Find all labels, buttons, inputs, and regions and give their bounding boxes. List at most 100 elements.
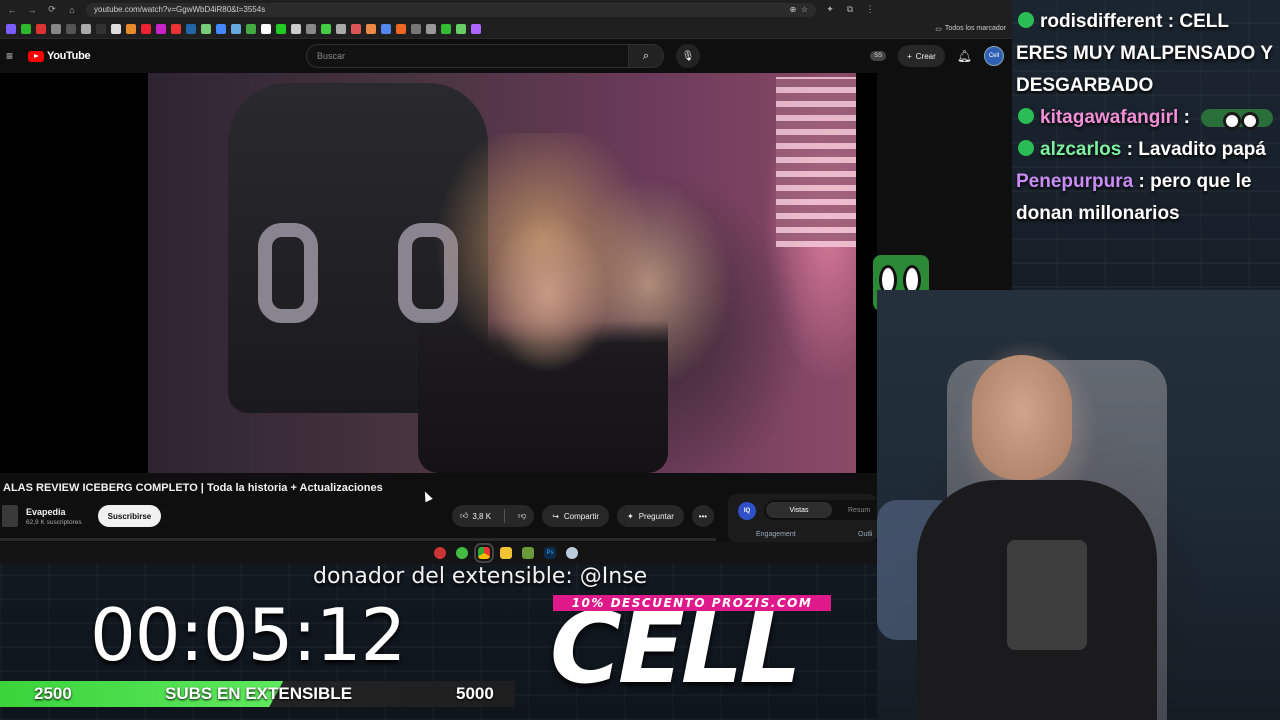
bookmark-icon[interactable] — [396, 23, 406, 34]
bookmark-icon[interactable] — [51, 23, 61, 34]
tab-resumen[interactable]: Resum — [848, 507, 870, 514]
url-bar[interactable]: youtube.com/watch?v=GgwWbD4iR80&t=3554s … — [86, 2, 816, 17]
account-avatar[interactable]: Cell — [984, 46, 1004, 66]
like-dislike-group: 👍︎ 3,8 K 👎︎ — [452, 505, 535, 527]
search-button[interactable]: ⌕ — [628, 44, 664, 68]
bookmark-icon[interactable] — [141, 23, 151, 34]
youtube-logo-text: YouTube — [47, 50, 91, 62]
notifications-bell-icon[interactable]: 🔔︎ — [957, 49, 972, 63]
video-player[interactable] — [0, 73, 877, 473]
all-bookmarks-label: Todos los marcador — [944, 25, 1006, 32]
video-frame — [148, 73, 856, 473]
bookmark-icon[interactable] — [231, 23, 241, 34]
bookmark-icon[interactable] — [96, 23, 106, 34]
folder-icon[interactable] — [500, 547, 512, 559]
bookmark-icon[interactable] — [366, 23, 376, 34]
zoom-icon[interactable]: ⊕ — [790, 5, 797, 14]
browser-window: ← → ⟳ ⌂ youtube.com/watch?v=GgwWbD4iR80&… — [0, 0, 1012, 564]
app-icon[interactable] — [456, 547, 468, 559]
channel-avatar[interactable] — [2, 505, 18, 527]
channel-name[interactable]: Evapedia — [26, 507, 82, 517]
all-bookmarks-folder[interactable]: ▭ Todos los marcador — [935, 25, 1006, 33]
bookmark-icon[interactable] — [381, 23, 391, 34]
photoshop-icon[interactable]: Ps — [544, 547, 556, 559]
dislike-button[interactable]: 👎︎ — [510, 505, 534, 527]
share-label: Compartir — [563, 511, 600, 521]
bookmark-icon[interactable] — [291, 23, 301, 34]
bookmark-icon[interactable] — [351, 23, 361, 34]
bookmark-icon[interactable] — [216, 23, 226, 34]
brand-logo: CELL — [550, 592, 802, 706]
bookmark-icon[interactable] — [426, 23, 436, 34]
ask-label: Preguntar — [638, 511, 674, 521]
bookmark-icon[interactable] — [276, 23, 286, 34]
plus-icon: + — [907, 51, 912, 61]
like-button[interactable]: 👍︎ 3,8 K — [452, 505, 499, 527]
subs-progress-bar: 2500 SUBS EN EXTENSIBLE 5000 — [0, 681, 515, 707]
divider — [504, 509, 506, 523]
shirt-print — [1007, 540, 1087, 650]
ss-badge[interactable]: SS — [870, 51, 887, 61]
bookmark-icon[interactable] — [6, 23, 16, 34]
iq-badge[interactable]: IQ — [738, 502, 756, 520]
tab-vistas[interactable]: Vistas — [766, 502, 832, 518]
menu-icon[interactable]: ⋮ — [864, 4, 876, 16]
bookmark-icon[interactable] — [321, 23, 331, 34]
chat-username: alzcarlos — [1040, 139, 1122, 160]
bookmark-icon[interactable] — [111, 23, 121, 34]
bookmark-icon[interactable] — [171, 23, 181, 34]
chat-text: Lavadito papá — [1138, 139, 1266, 160]
video-actions: 👍︎ 3,8 K 👎︎ ↪ Compartir ✦ Preguntar ••• — [452, 505, 714, 527]
bookmark-icon[interactable] — [81, 23, 91, 34]
bookmark-icon[interactable] — [441, 23, 451, 34]
search-input[interactable]: Buscar — [306, 44, 628, 68]
bookmark-icon[interactable] — [456, 23, 466, 34]
ask-button[interactable]: ✦ Preguntar — [617, 505, 684, 527]
minecraft-icon[interactable] — [522, 547, 534, 559]
hamburger-menu-icon[interactable]: ≡ — [6, 49, 18, 63]
bookmark-icon[interactable] — [471, 23, 481, 34]
bookmark-icon[interactable] — [261, 23, 271, 34]
chat-overlay: rodisdifferent : CELL ERES MUY MALPENSAD… — [1016, 6, 1280, 230]
home-icon[interactable]: ⌂ — [66, 4, 78, 16]
bookmark-star-icon[interactable]: ☆ — [801, 5, 808, 14]
bookmark-icon[interactable] — [66, 23, 76, 34]
extension-icon[interactable]: ✦ — [824, 4, 836, 16]
back-icon[interactable]: ← — [6, 4, 18, 16]
forward-icon[interactable]: → — [26, 4, 38, 16]
create-label: Crear — [915, 51, 936, 61]
bookmark-icon[interactable] — [36, 23, 46, 34]
outlier-label: Outli — [858, 531, 873, 538]
voice-search-button[interactable]: 🎙 — [676, 44, 700, 68]
address-bar-row: ← → ⟳ ⌂ youtube.com/watch?v=GgwWbD4iR80&… — [0, 0, 1012, 19]
bookmark-icon[interactable] — [336, 23, 346, 34]
microphone-icon: 🎙 — [681, 50, 695, 62]
puzzle-icon[interactable]: ⧉ — [844, 4, 856, 16]
channel-info: Evapedia 62,9 K suscriptores — [26, 507, 82, 526]
app-icon[interactable] — [566, 547, 578, 559]
more-actions-button[interactable]: ••• — [691, 505, 714, 527]
chrome-icon[interactable] — [474, 543, 494, 563]
subscribe-button[interactable]: Suscribirse — [97, 505, 162, 527]
obs-icon[interactable] — [434, 547, 446, 559]
chat-separator: : — [1162, 11, 1180, 32]
sparkle-icon: ✦ — [627, 511, 634, 521]
bookmark-icon[interactable] — [156, 23, 166, 34]
reload-icon[interactable]: ⟳ — [46, 4, 58, 16]
youtube-logo[interactable]: YouTube — [28, 50, 91, 62]
url-text: youtube.com/watch?v=GgwWbD4iR80&t=3554s — [94, 5, 266, 14]
bookmark-icon[interactable] — [126, 23, 136, 34]
chair-ring — [258, 223, 318, 323]
bookmark-icon[interactable] — [246, 23, 256, 34]
chat-badge-icon — [1018, 140, 1034, 157]
bookmark-icon[interactable] — [186, 23, 196, 34]
horizontal-scrollbar[interactable] — [0, 538, 716, 541]
window-light — [776, 77, 856, 247]
bookmark-icon[interactable] — [411, 23, 421, 34]
bookmark-icon[interactable] — [201, 23, 211, 34]
bookmark-icon[interactable] — [306, 23, 316, 34]
share-button[interactable]: ↪ Compartir — [542, 505, 610, 527]
mouse-cursor-icon — [421, 489, 433, 503]
bookmark-icon[interactable] — [21, 23, 31, 34]
create-button[interactable]: + Crear — [898, 45, 945, 67]
